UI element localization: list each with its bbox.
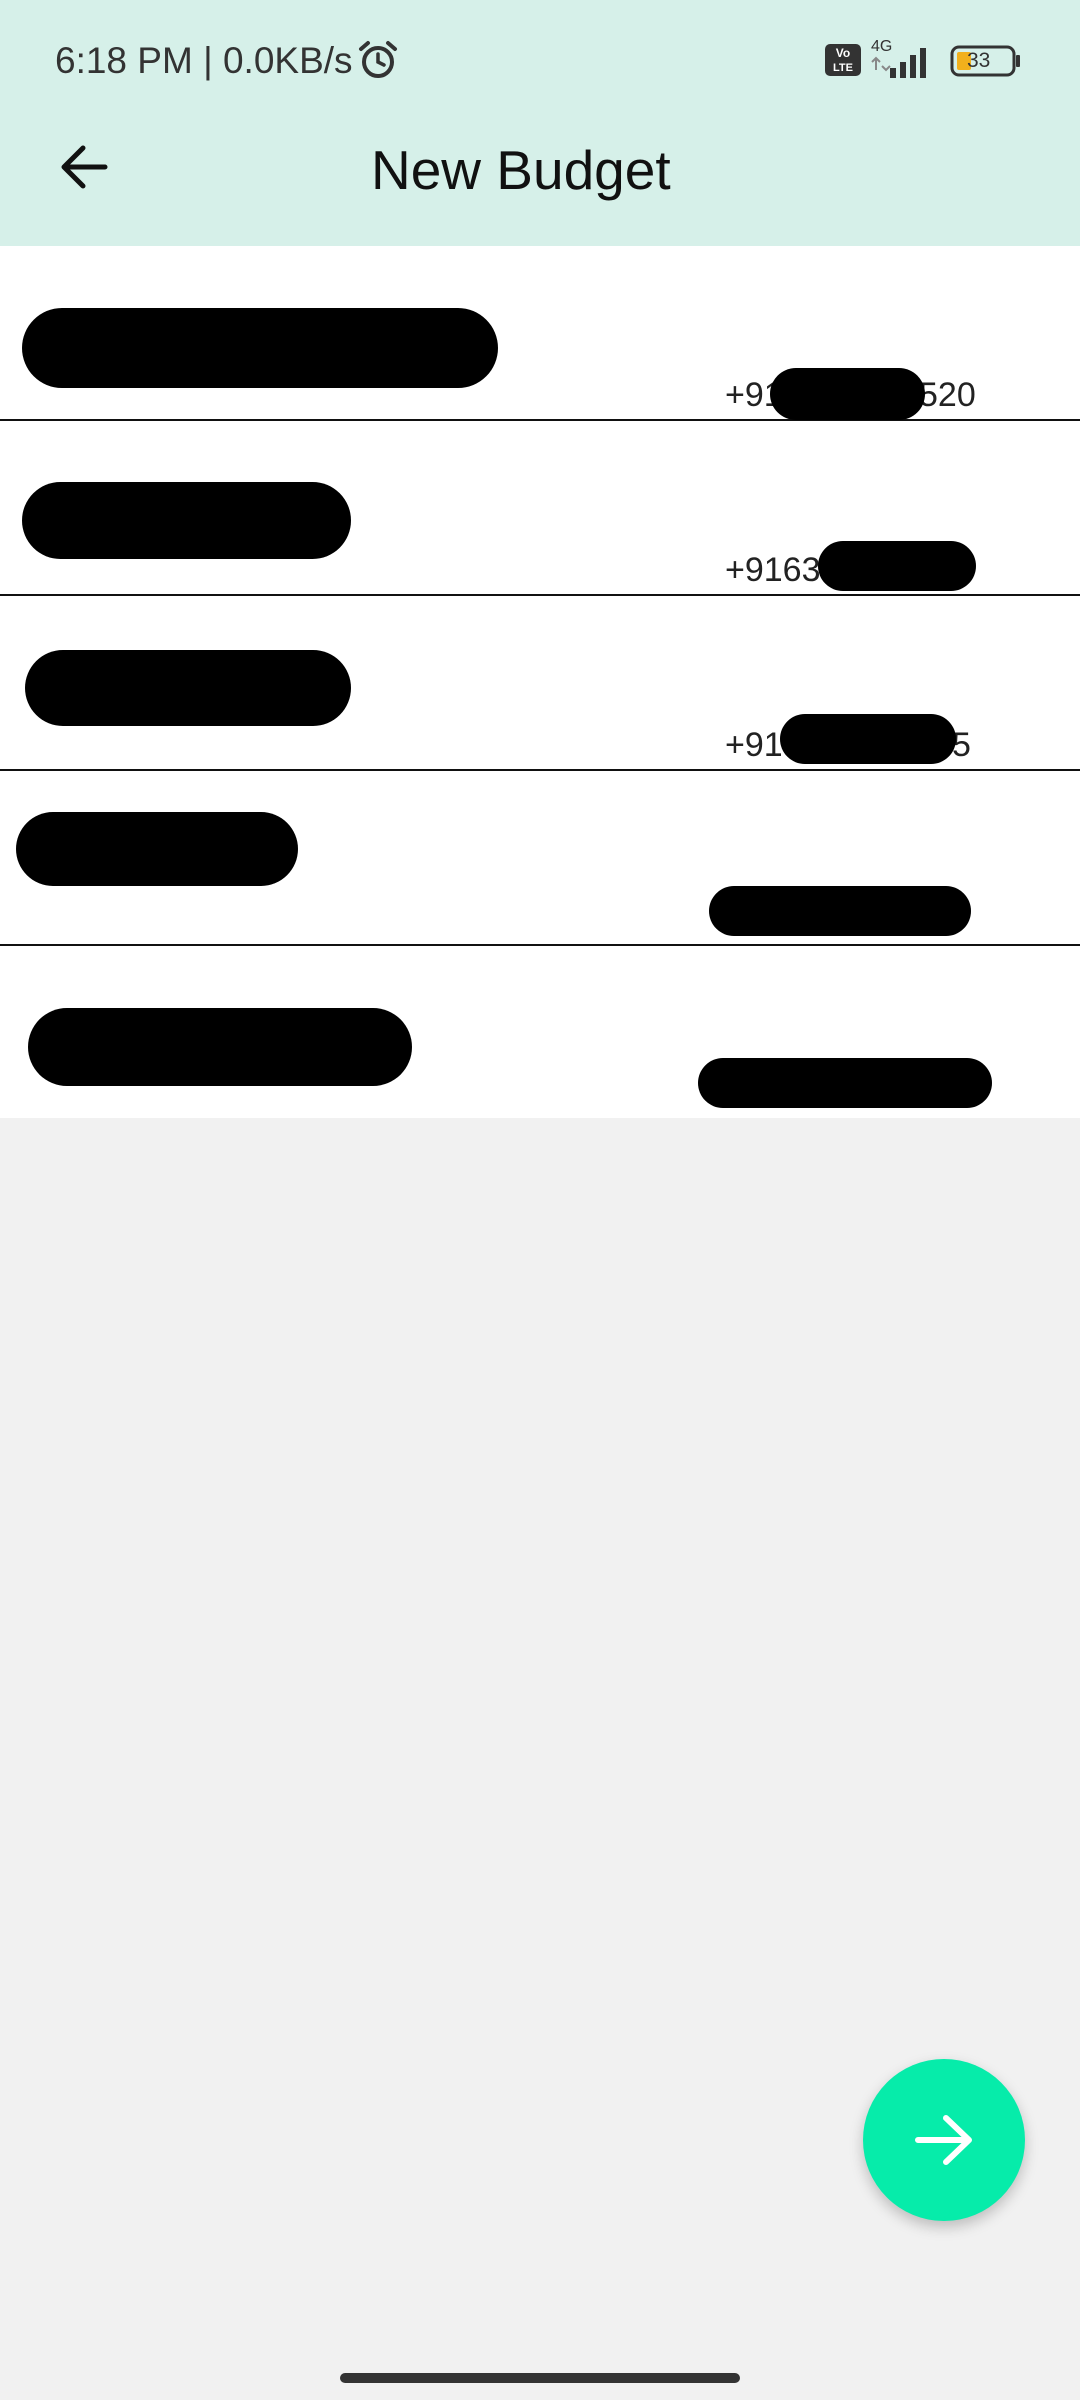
- next-fab-button[interactable]: [863, 2059, 1025, 2221]
- battery-indicator: 33: [950, 45, 1022, 77]
- redacted-number: [770, 368, 925, 420]
- contact-row[interactable]: +9163: [0, 421, 1080, 596]
- contact-row[interactable]: +91 5: [0, 596, 1080, 771]
- contact-row[interactable]: [0, 771, 1080, 946]
- contact-phone: +9163: [725, 551, 821, 589]
- redacted-name: [28, 1008, 412, 1086]
- contact-row[interactable]: +91 520: [0, 246, 1080, 421]
- page-title: New Budget: [371, 139, 671, 201]
- arrow-left-icon: [61, 145, 108, 189]
- signal-indicator: 4G: [868, 38, 938, 82]
- redacted-number: [780, 714, 956, 764]
- contact-row[interactable]: [0, 946, 1080, 1118]
- home-indicator[interactable]: [340, 2373, 740, 2383]
- svg-text:Vo: Vo: [836, 46, 850, 60]
- app-bar: 6:18 PM | 0.0KB/s Vo LTE 4G 33 New Budge…: [0, 0, 1080, 246]
- redacted-number: [818, 541, 976, 591]
- status-time: 6:18 PM | 0.0KB/s: [55, 40, 353, 81]
- redacted-name: [16, 812, 298, 886]
- contact-list: +91 520 +9163 +91 5: [0, 246, 1080, 1118]
- redacted-number: [709, 886, 971, 936]
- arrow-right-icon: [915, 2115, 972, 2165]
- signal-icon: [871, 48, 926, 78]
- back-button[interactable]: [54, 137, 114, 197]
- contact-phone: +91: [725, 726, 783, 764]
- contact-phone-tail: 520: [919, 376, 976, 414]
- volte-icon: Vo LTE: [825, 44, 861, 76]
- redacted-name: [25, 650, 351, 726]
- redacted-number: [698, 1058, 992, 1108]
- battery-level: 33: [967, 49, 991, 72]
- svg-text:LTE: LTE: [833, 62, 853, 74]
- redacted-name: [22, 308, 498, 388]
- redacted-name: [22, 482, 351, 559]
- status-bar: 6:18 PM | 0.0KB/s Vo LTE 4G 33: [0, 0, 1080, 120]
- alarm-icon: [359, 41, 397, 78]
